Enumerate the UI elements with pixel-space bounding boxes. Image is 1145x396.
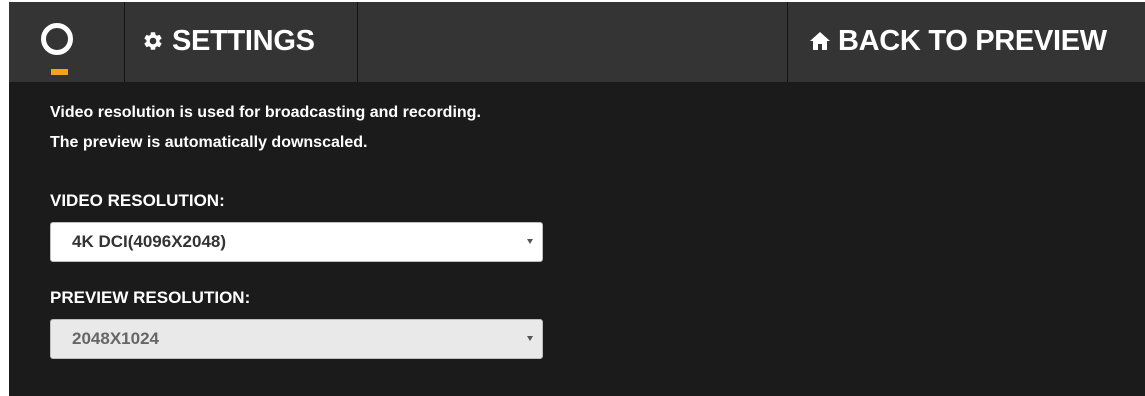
back-to-preview-label: BACK TO PREVIEW (838, 25, 1107, 57)
preview-resolution-select: 2048X1024 (50, 319, 543, 359)
chevron-down-icon (527, 336, 533, 341)
accent-indicator-bar (51, 69, 68, 75)
tab-settings-label: SETTINGS (172, 25, 315, 57)
description-line-1: Video resolution is used for broadcastin… (50, 104, 481, 121)
description-line-2: The preview is automatically downscaled. (50, 134, 368, 151)
video-resolution-label: VIDEO RESOLUTION: (50, 191, 225, 210)
video-resolution-select[interactable]: 4K DCI(4096X2048) (50, 222, 543, 262)
logo[interactable] (9, 2, 125, 82)
preview-resolution-label: PREVIEW RESOLUTION: (50, 288, 251, 307)
gear-icon (144, 32, 162, 50)
tab-settings[interactable]: SETTINGS (125, 2, 358, 82)
home-icon (810, 32, 830, 50)
back-to-preview-button[interactable]: BACK TO PREVIEW (787, 2, 1145, 82)
preview-resolution-value: 2048X1024 (72, 329, 159, 348)
top-navigation-bar: SETTINGS BACK TO PREVIEW (9, 2, 1145, 82)
ring-logo-icon (41, 23, 73, 55)
chevron-down-icon (527, 239, 533, 244)
video-resolution-value: 4K DCI(4096X2048) (72, 232, 227, 251)
app-window: SETTINGS BACK TO PREVIEW Video resolutio… (9, 2, 1145, 396)
